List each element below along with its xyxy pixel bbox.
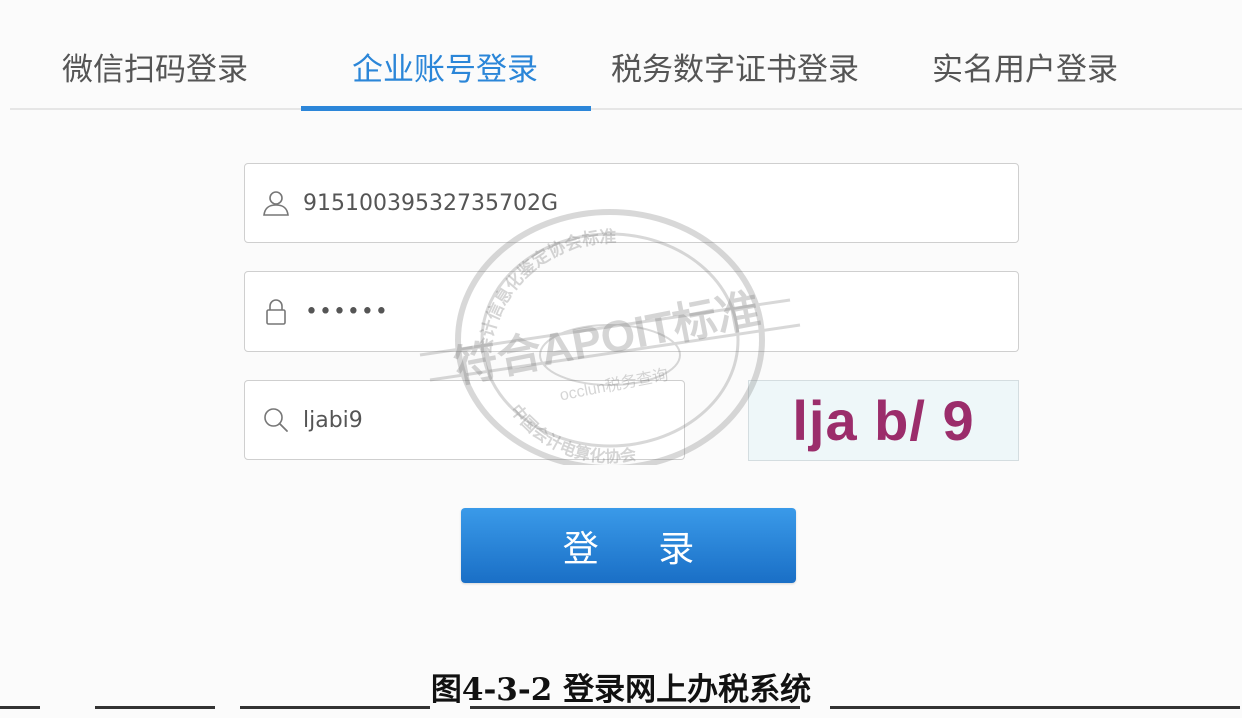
tab-enterprise-account-login[interactable]: 企业账号登录 (352, 46, 538, 94)
active-tab-indicator (301, 106, 591, 111)
captcha-image[interactable]: lja b/ 9 (748, 380, 1019, 461)
login-tabs: 微信扫码登录 企业账号登录 税务数字证书登录 实名用户登录 (10, 0, 1242, 110)
captcha-field[interactable] (244, 380, 685, 460)
password-input[interactable]: •••••• (305, 299, 389, 324)
tab-tax-digital-certificate-login[interactable]: 税务数字证书登录 (611, 46, 859, 94)
tab-wechat-qr-login[interactable]: 微信扫码登录 (62, 46, 248, 94)
captcha-input[interactable] (303, 381, 674, 459)
login-button[interactable]: 登 录 (461, 508, 796, 583)
lock-icon (266, 298, 286, 325)
account-input[interactable] (303, 164, 1008, 242)
user-icon (263, 191, 289, 216)
search-icon (264, 408, 288, 432)
account-field[interactable] (244, 163, 1019, 243)
figure-caption: 图4-3-2 登录网上办税系统 (430, 672, 812, 708)
tab-real-name-user-login[interactable]: 实名用户登录 (932, 46, 1118, 94)
password-field[interactable]: •••••• (244, 271, 1019, 352)
